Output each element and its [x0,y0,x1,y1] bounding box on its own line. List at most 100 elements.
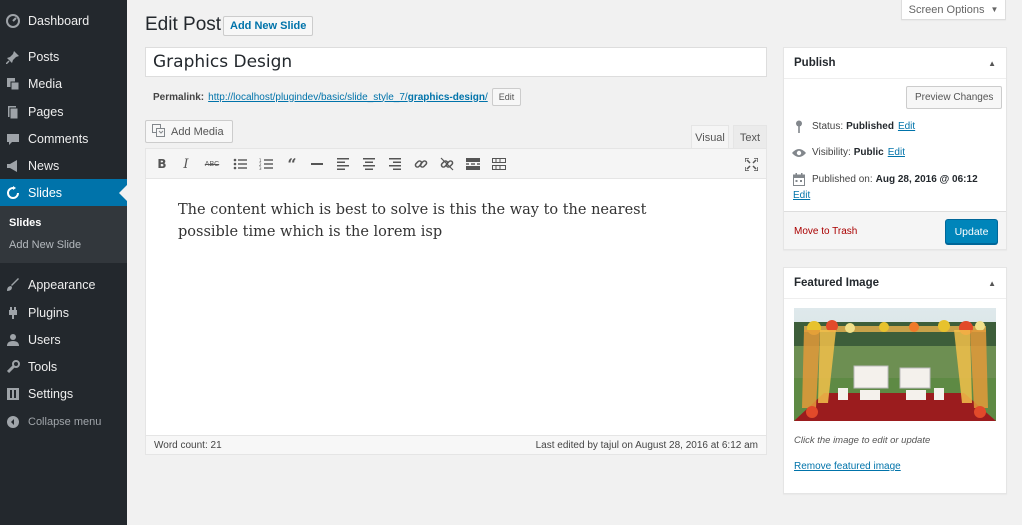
brush-icon [6,277,20,292]
menu-item-comments[interactable]: Comments [0,125,127,152]
menu-label: Dashboard [28,13,90,28]
numbered-list-icon[interactable]: 123 [258,156,274,172]
submenu-item-add-new-slide[interactable]: Add New Slide [9,239,81,251]
menu-label: Posts [28,49,60,64]
media-icon [6,77,20,91]
menu-item-dashboard[interactable]: Dashboard [0,7,127,34]
remove-link-icon[interactable] [439,156,455,172]
menu-item-pages[interactable]: Pages [0,98,127,125]
last-edited: Last edited by tajul on August 28, 2016 … [535,439,758,451]
collapse-arrow-icon[interactable]: ▲ [988,279,996,288]
menu-label: Media [28,76,63,91]
plug-icon [6,306,20,320]
align-right-icon[interactable] [387,156,403,172]
menu-item-appearance[interactable]: Appearance [0,271,127,298]
menu-label: Slides [28,185,63,200]
permalink-slug: graphics-design [407,91,485,103]
fullscreen-icon[interactable] [743,156,759,172]
blockquote-icon[interactable]: “ [284,155,300,174]
collapse-menu-button[interactable]: Collapse menu [0,408,127,435]
publish-actions: Move to Trash Update [784,211,1006,249]
status-row: Status: Published Edit [792,120,915,133]
menu-label: Appearance [28,277,96,292]
menu-item-tools[interactable]: Tools [0,353,127,380]
featured-image-title: Featured Image [794,277,879,289]
move-to-trash-link[interactable]: Move to Trash [794,226,857,237]
featured-image-box: Featured Image ▲ Click the image to edit… [783,267,1007,494]
menu-label: Plugins [28,305,69,320]
add-new-slide-button[interactable]: Add New Slide [223,16,314,36]
settings-icon [6,387,20,401]
page-icon [6,105,20,119]
insert-link-icon[interactable] [413,156,429,172]
align-center-icon[interactable] [361,156,377,172]
permalink-row: Permalink: http://localhost/plugindev/ba… [153,88,522,106]
permalink-base: http://localhost/plugindev/basic/slide_s… [208,91,408,103]
featured-image[interactable] [794,308,996,421]
eye-icon [792,148,806,158]
menu-item-settings[interactable]: Settings [0,380,127,407]
featured-image-header[interactable]: Featured Image ▲ [784,268,1006,299]
permalink-label: Permalink: [153,91,205,103]
published-on-row: Published on: Aug 28, 2016 @ 06:12 [792,173,978,186]
preview-changes-button[interactable]: Preview Changes [906,86,1003,109]
publish-box-title: Publish [794,57,836,69]
tab-text[interactable]: Text [733,125,767,149]
collapse-arrow-icon[interactable]: ▲ [988,59,996,68]
submenu-item-slides[interactable]: Slides [9,217,41,229]
visibility-value: Public [853,147,884,158]
permalink-edit-button[interactable]: Edit [491,88,522,106]
editor-toolbar: B I ABC 123 “ [146,149,766,179]
wrench-icon [6,359,20,374]
collapse-label: Collapse menu [28,415,102,428]
menu-label: News [28,158,60,173]
visibility-edit-link[interactable]: Edit [888,147,905,158]
status-value: Published [846,121,894,132]
menu-item-users[interactable]: Users [0,326,127,353]
pin-icon [6,50,20,64]
caret-down-icon: ▼ [990,5,999,14]
post-editor: B I ABC 123 “ The content which is best … [145,148,767,455]
menu-label: Pages [28,104,64,119]
status-edit-link[interactable]: Edit [898,121,915,132]
menu-item-slides[interactable]: Slides [0,179,127,206]
italic-icon[interactable]: I [178,156,194,172]
menu-item-posts[interactable]: Posts [0,43,127,70]
svg-text:3: 3 [259,166,262,170]
add-media-label: Add Media [171,125,224,138]
align-left-icon[interactable] [335,156,351,172]
visibility-label: Visibility: [812,147,851,158]
horizontal-line-icon[interactable] [309,156,325,172]
remove-featured-image-link[interactable]: Remove featured image [794,461,901,472]
read-more-icon[interactable] [465,156,481,172]
collapse-icon [6,415,20,429]
calendar-icon [792,173,806,186]
menu-label: Tools [28,359,58,374]
dashboard-icon [6,13,20,28]
published-edit-link[interactable]: Edit [793,190,810,201]
editor-statusbar: Word count: 21 Last edited by tajul on A… [146,435,766,454]
menu-item-news[interactable]: News [0,152,127,179]
editor-content[interactable]: The content which is best to solve is th… [146,180,766,435]
publish-box-header[interactable]: Publish ▲ [784,48,1006,79]
add-media-button[interactable]: Add Media [145,120,233,143]
user-icon [6,333,20,347]
post-title-input[interactable] [145,47,767,77]
menu-label: Comments [28,131,89,146]
strikethrough-icon[interactable]: ABC [204,156,220,172]
bullet-list-icon[interactable] [232,156,248,172]
update-button[interactable]: Update [945,219,998,244]
menu-item-plugins[interactable]: Plugins [0,299,127,326]
tab-visual[interactable]: Visual [691,125,729,149]
megaphone-icon [6,159,20,173]
media-icon [152,123,166,140]
screen-options-label: Screen Options [908,3,985,16]
featured-image-hint: Click the image to edit or update [794,435,931,446]
screen-options-button[interactable]: Screen Options ▼ [901,0,1006,20]
menu-item-media[interactable]: Media [0,70,127,97]
toolbar-toggle-icon[interactable] [491,156,507,172]
permalink-link[interactable]: http://localhost/plugindev/basic/slide_s… [208,92,488,103]
content-paragraph: The content which is best to solve is th… [178,202,647,240]
bold-icon[interactable]: B [154,156,170,172]
permalink-trail: / [484,91,488,103]
